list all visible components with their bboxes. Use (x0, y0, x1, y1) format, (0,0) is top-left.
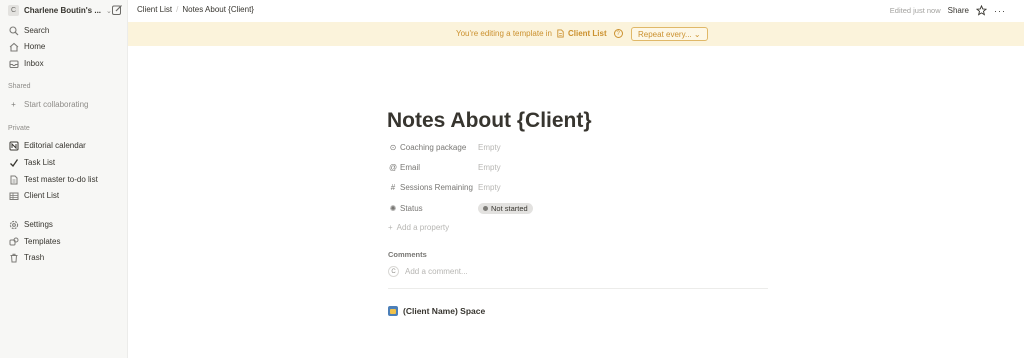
status-icon: ✺ (389, 204, 397, 213)
topbar: Client List / Notes About {Client} Edite… (128, 0, 1024, 22)
sidebar-item-templates[interactable]: Templates (8, 235, 124, 248)
breadcrumb-client-list[interactable]: Client List (137, 5, 172, 14)
more-options-icon[interactable]: ··· (994, 6, 1006, 16)
breadcrumb: Client List / Notes About {Client} (137, 5, 254, 14)
property-label: # Sessions Remaining (388, 183, 478, 193)
notion-page-icon (8, 140, 19, 151)
status-badge[interactable]: Not started (478, 203, 533, 214)
property-email[interactable]: @ Email Empty (388, 161, 768, 174)
workspace-name: Charlene Boutin's ... (24, 6, 102, 15)
property-label: @ Email (388, 163, 478, 173)
sidebar-item-label: Trash (24, 253, 45, 262)
sidebar-item-label: Test master to-do list (24, 175, 98, 184)
sidebar-item-home[interactable]: Home (8, 40, 124, 53)
sidebar-item-start-collaborating[interactable]: + Start collaborating (8, 98, 124, 111)
property-name: Email (400, 163, 421, 172)
search-icon (8, 25, 19, 36)
subpage-link[interactable]: (Client Name) Space (388, 306, 485, 316)
comment-placeholder: Add a comment... (405, 267, 468, 276)
sidebar-item-label: Home (24, 42, 46, 51)
avatar: C (388, 266, 399, 277)
page-title[interactable]: Notes About {Client} (387, 109, 592, 133)
table-icon (8, 190, 19, 201)
inbox-icon (8, 58, 19, 69)
home-icon (8, 41, 19, 52)
sidebar-item-label: Search (24, 26, 50, 35)
sidebar-item-label: Client List (24, 191, 60, 200)
property-status[interactable]: ✺ Status Not started (388, 202, 768, 215)
repeat-every-button[interactable]: Repeat every... ⌄ (631, 27, 708, 41)
plus-icon: + (11, 100, 16, 109)
sidebar-item-task-list[interactable]: Task List (8, 156, 124, 169)
subpage-title: (Client Name) Space (403, 306, 486, 316)
section-label-private: Private (8, 125, 30, 132)
property-label: ⊙ Coaching package (388, 143, 478, 153)
divider (388, 288, 768, 289)
share-button[interactable]: Share (948, 6, 969, 15)
document-icon (557, 29, 564, 38)
plus-icon: + (388, 223, 393, 232)
sidebar-item-search[interactable]: Search (8, 24, 124, 37)
add-property-button[interactable]: + Add a property (388, 223, 449, 232)
gear-icon (8, 219, 19, 230)
template-source-link[interactable]: Client List (568, 29, 607, 38)
property-value[interactable]: Empty (478, 143, 501, 152)
property-sessions-remaining[interactable]: # Sessions Remaining Empty (388, 181, 768, 194)
topbar-actions: Edited just now Share ··· (890, 4, 1006, 17)
status-value: Not started (491, 204, 528, 213)
sidebar-item-label: Inbox (24, 59, 44, 68)
property-label: ✺ Status (388, 204, 478, 214)
sidebar-item-editorial-calendar[interactable]: Editorial calendar (8, 139, 124, 152)
document-icon (8, 174, 19, 185)
sidebar-item-label: Templates (24, 237, 61, 246)
section-label-shared: Shared (8, 83, 31, 90)
help-icon[interactable]: ? (613, 29, 623, 38)
trash-icon (8, 252, 19, 263)
checkmark-icon (8, 157, 19, 168)
property-coaching-package[interactable]: ⊙ Coaching package Empty (388, 141, 768, 154)
sidebar-item-label: Start collaborating (24, 100, 89, 109)
templates-icon (8, 236, 19, 247)
sidebar-item-label: Editorial calendar (24, 141, 86, 150)
workspace-switcher[interactable]: C Charlene Boutin's ... ⌄ (8, 4, 124, 17)
select-icon: ⊙ (389, 143, 397, 152)
sidebar-item-test-master[interactable]: Test master to-do list (8, 173, 124, 186)
breadcrumb-separator: / (176, 5, 179, 14)
comments-heading: Comments (388, 250, 427, 259)
comment-input[interactable]: C Add a comment... (388, 266, 468, 277)
at-sign-icon: @ (388, 163, 398, 172)
breadcrumb-current-page[interactable]: Notes About {Client} (182, 5, 254, 14)
template-banner-text: You're editing a template in (456, 29, 552, 38)
star-icon[interactable] (976, 5, 987, 16)
template-banner-message: You're editing a template in Client List… (456, 29, 623, 38)
property-name: Sessions Remaining (400, 183, 473, 192)
sidebar-item-label: Settings (24, 220, 53, 229)
subpage-emoji-icon (388, 306, 398, 316)
workspace-avatar: C (8, 5, 19, 16)
property-name: Status (400, 204, 423, 213)
property-name: Coaching package (400, 143, 467, 152)
add-property-label: Add a property (396, 223, 450, 232)
property-value[interactable]: Empty (478, 163, 501, 172)
edited-status: Edited just now (889, 6, 941, 15)
status-dot (483, 206, 488, 211)
sidebar-item-inbox[interactable]: Inbox (8, 57, 124, 70)
sidebar-item-settings[interactable]: Settings (8, 218, 124, 231)
template-banner: You're editing a template in Client List… (128, 22, 1024, 46)
sidebar-item-trash[interactable]: Trash (8, 251, 124, 264)
number-icon: # (390, 183, 396, 192)
property-value[interactable]: Empty (478, 183, 501, 192)
sidebar-item-label: Task List (24, 158, 56, 167)
new-page-icon[interactable] (111, 4, 123, 16)
sidebar-item-client-list[interactable]: Client List (8, 189, 124, 202)
sidebar: C Charlene Boutin's ... ⌄ Search Home In… (0, 0, 128, 358)
